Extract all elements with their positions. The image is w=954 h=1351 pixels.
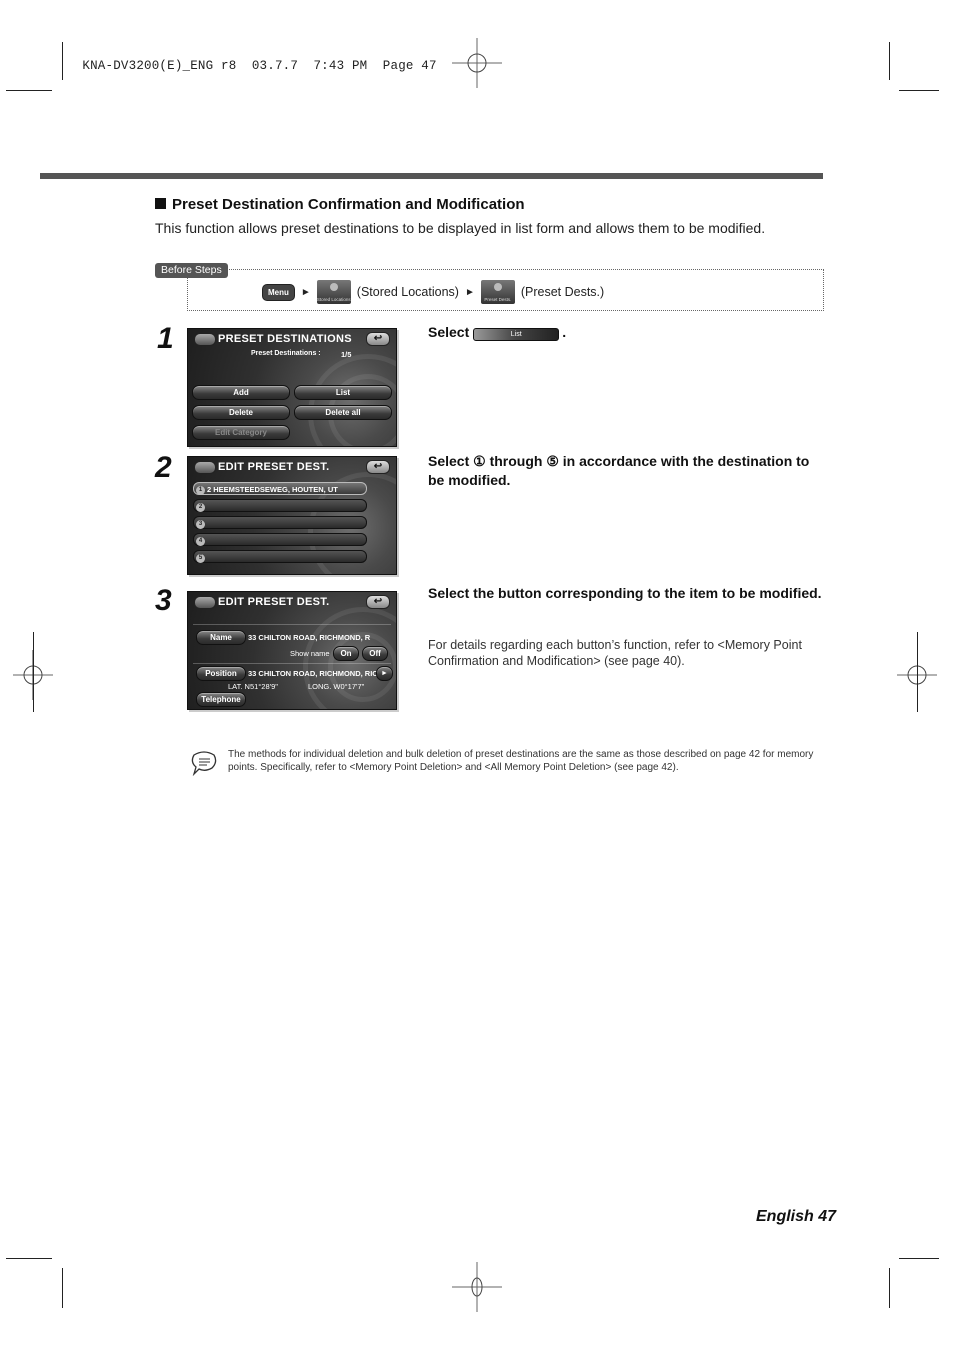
menu-button[interactable]: Menu [262, 283, 295, 301]
show-name-on-button[interactable]: On [333, 646, 359, 661]
name-button[interactable]: Name [196, 630, 246, 645]
registration-mark-icon [452, 38, 502, 88]
crop-mark [889, 1268, 890, 1308]
intro-text: This function allows preset destinations… [155, 220, 766, 236]
back-button[interactable]: ↩ [366, 595, 390, 609]
show-name-off-button[interactable]: Off [362, 646, 388, 661]
step2-instruction: Select ① through ⑤ in accordance with th… [428, 453, 810, 488]
step-number: 1 [157, 322, 174, 355]
step-number: 3 [155, 584, 172, 617]
home-button[interactable] [194, 596, 216, 609]
item-number-badge: 1 [196, 486, 205, 495]
count-label: Preset Destinations : [251, 350, 321, 357]
latitude: LAT. N51°28'9" [228, 682, 278, 691]
item-number-badge: 2 [196, 503, 205, 512]
stored-locations-button[interactable]: Stored Locations [316, 280, 351, 304]
list-item[interactable]: 5 [193, 550, 367, 563]
stored-locations-caption: (Stored Locations) [356, 285, 459, 299]
position-detail-button[interactable]: ► [376, 666, 393, 681]
item-number-badge: 4 [196, 537, 205, 546]
print-time: 7:43 PM [313, 59, 368, 73]
print-header: KNA-DV3200(E)_ENG r8 03.7.7 7:43 PM Page… [67, 45, 437, 73]
before-steps-path: Menu ► Stored Locations (Stored Location… [262, 280, 604, 304]
crop-mark [62, 42, 63, 80]
step-number: 2 [155, 451, 172, 484]
back-button[interactable]: ↩ [366, 332, 390, 346]
arrow-right-icon: ► [464, 286, 475, 298]
preset-dests-button[interactable]: Preset Dests. [480, 280, 515, 304]
position-value: 33 CHILTON ROAD, RICHMOND, RIC [248, 669, 378, 678]
screen-preset-destinations: PRESET DESTINATIONS ↩ Preset Destination… [187, 328, 397, 447]
screen-title: EDIT PRESET DEST. [218, 461, 330, 473]
print-slug: KNA-DV3200(E)_ENG r8 [82, 59, 237, 73]
home-button[interactable] [194, 461, 216, 474]
crop-mark [889, 42, 890, 80]
crop-mark [899, 90, 939, 91]
screen-edit-preset-list: EDIT PRESET DEST. ↩ 12 HEEMSTEEDSEWEG, H… [187, 456, 397, 575]
instruction-text: Select [428, 324, 470, 340]
crop-mark [6, 90, 52, 91]
home-button[interactable] [194, 333, 216, 346]
section-title-text: Preset Destination Confirmation and Modi… [172, 196, 525, 213]
screen-edit-preset-detail: EDIT PRESET DEST. ↩ Name 33 CHILTON ROAD… [187, 591, 397, 710]
list-button-reference: List [473, 328, 560, 341]
list-item[interactable]: 3 [193, 516, 367, 529]
show-name-label: Show name [290, 649, 330, 658]
item-number-badge: 5 [196, 554, 205, 563]
position-button[interactable]: Position [196, 666, 246, 681]
square-bullet-icon [155, 198, 166, 209]
item-label: 2 HEEMSTEEDSEWEG, HOUTEN, UT [207, 485, 338, 494]
print-date: 03.7.7 [251, 59, 299, 73]
note-speech-bubble-icon [191, 751, 217, 776]
back-button[interactable]: ↩ [366, 460, 390, 474]
crop-mark [62, 1268, 63, 1308]
pin-icon [493, 283, 502, 291]
preset-dests-icon-label: Preset Dests. [484, 297, 512, 302]
crop-mark [899, 1258, 939, 1259]
telephone-button[interactable]: Telephone [196, 692, 246, 707]
page-footer: English 47 [756, 1208, 837, 1225]
stored-locations-icon-label: Stored Locations [316, 297, 351, 302]
preset-dests-caption: (Preset Dests.) [520, 285, 605, 299]
crop-mark [917, 632, 918, 712]
screen-title: PRESET DESTINATIONS [218, 333, 352, 345]
list-item[interactable]: 2 [193, 499, 367, 512]
step1-instruction: Select List. [428, 323, 823, 342]
registration-mark-icon [452, 1262, 502, 1312]
list-button[interactable]: List [294, 385, 392, 400]
screen-title: EDIT PRESET DEST. [218, 596, 330, 608]
print-page: Page 47 [382, 59, 437, 73]
crop-mark [33, 632, 34, 712]
edit-category-button[interactable]: Edit Category [192, 425, 290, 440]
section-title: Preset Destination Confirmation and Modi… [155, 196, 525, 213]
crop-mark [6, 1258, 52, 1259]
list-item[interactable]: 4 [193, 533, 367, 546]
before-steps-tag: Before Steps [155, 263, 228, 278]
name-value: 33 CHILTON ROAD, RICHMOND, R [248, 633, 371, 642]
step3-instruction: Select the button corresponding to the i… [428, 585, 822, 601]
add-button[interactable]: Add [192, 385, 290, 400]
delete-button[interactable]: Delete [192, 405, 290, 420]
note-text: The methods for individual deletion and … [228, 749, 814, 773]
top-rule [40, 173, 823, 179]
item-number-badge: 3 [196, 520, 205, 529]
count-value: 1/5 [341, 350, 352, 359]
pin-icon [329, 283, 338, 291]
delete-all-button[interactable]: Delete all [294, 405, 392, 420]
longitude: LONG. W0°17'7" [308, 682, 365, 691]
step3-detail: For details regarding each button’s func… [428, 638, 802, 668]
instruction-text: . [562, 324, 567, 340]
list-item[interactable]: 12 HEEMSTEEDSEWEG, HOUTEN, UT [193, 482, 367, 495]
arrow-right-icon: ► [300, 286, 311, 298]
